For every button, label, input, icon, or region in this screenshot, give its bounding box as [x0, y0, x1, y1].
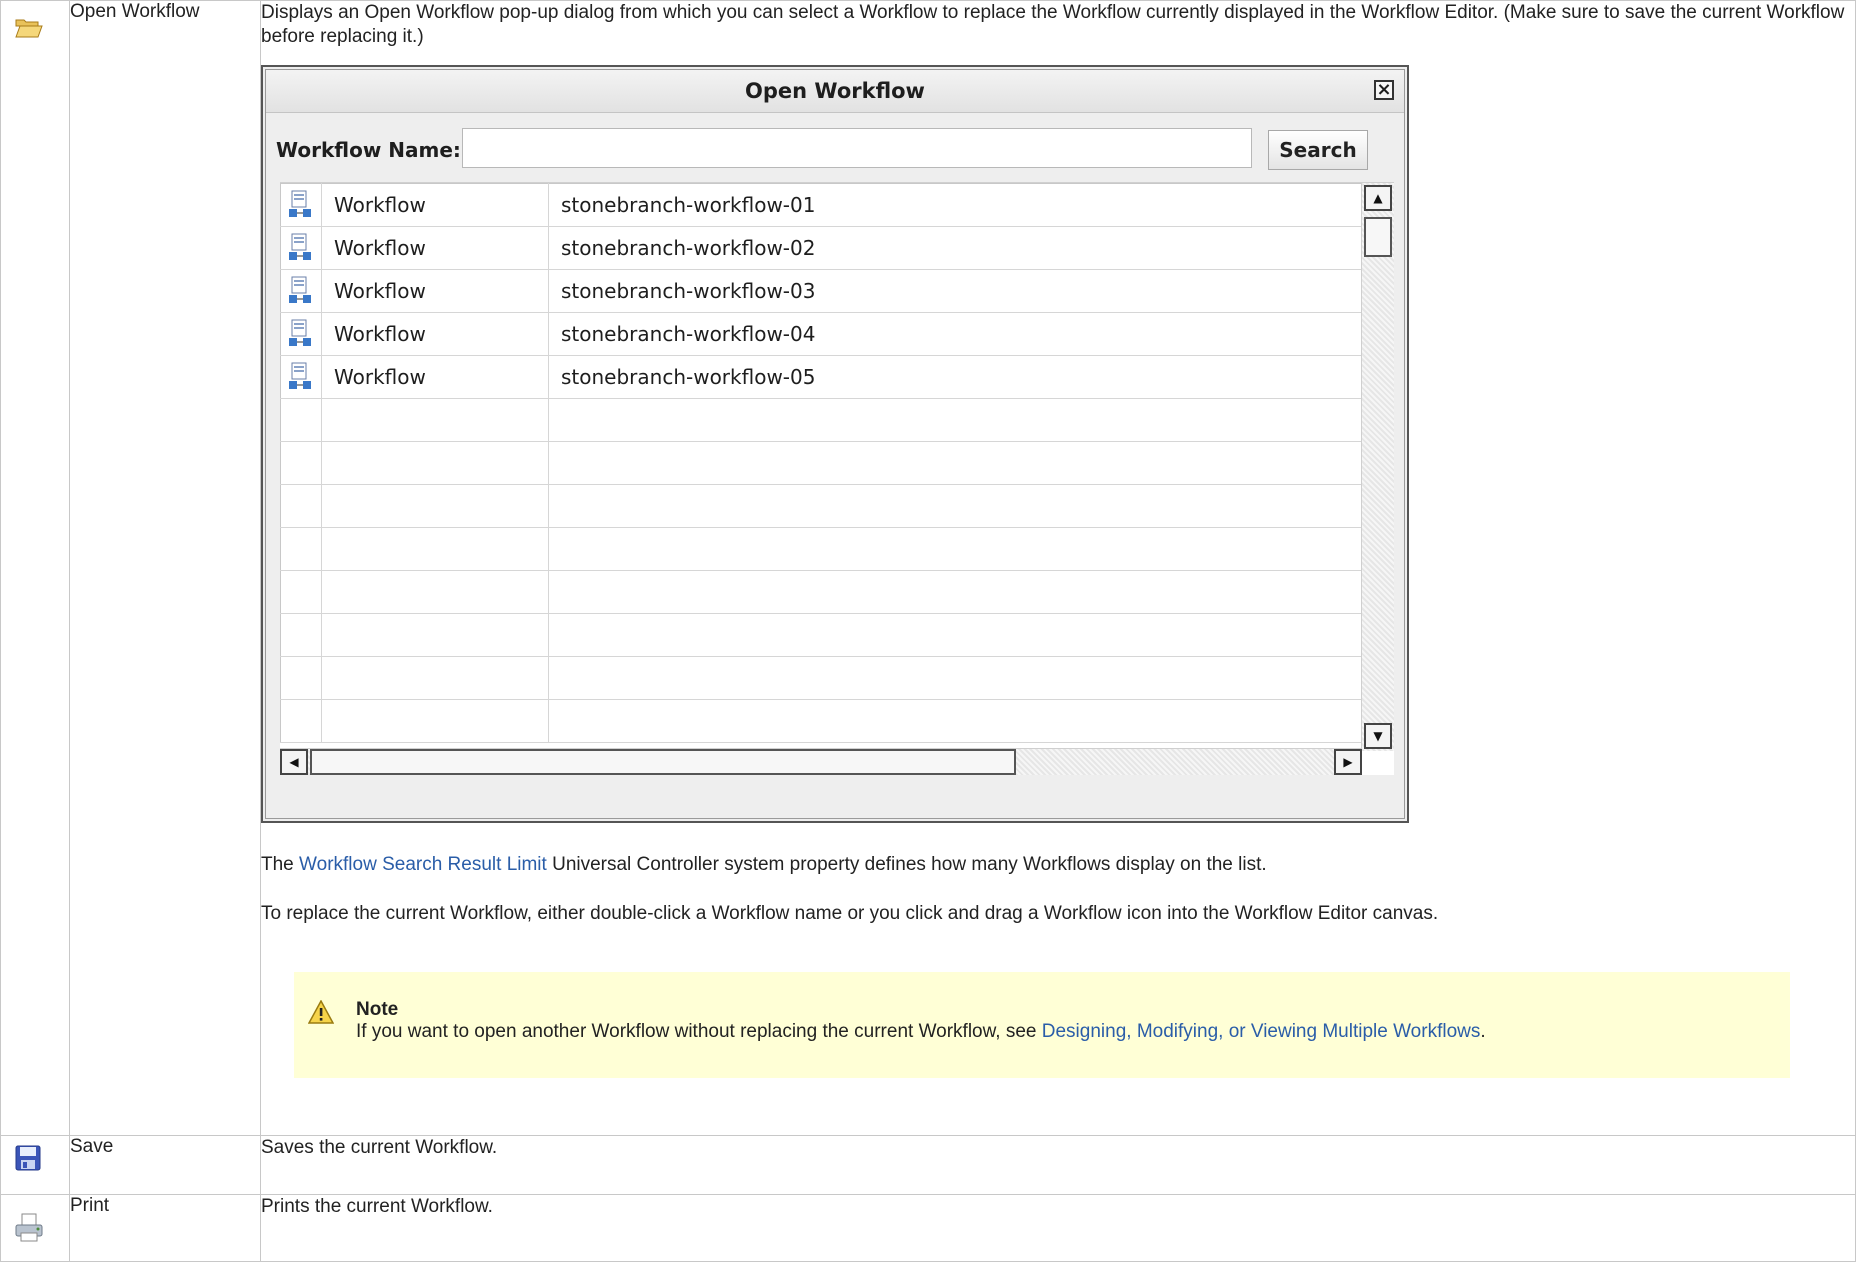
item-type: Workflow [321, 355, 549, 399]
name-cell: Open Workflow [69, 0, 261, 1136]
empty-row [280, 484, 1362, 528]
item-name[interactable]: stonebranch-workflow-02 [548, 226, 1362, 270]
text-span: If you want to open another Workflow wit… [356, 1021, 1042, 1042]
workflow-icon[interactable] [288, 362, 314, 392]
item-name[interactable]: stonebranch-workflow-04 [548, 312, 1362, 356]
workflow-icon[interactable] [288, 276, 314, 306]
item-name[interactable]: stonebranch-workflow-05 [548, 355, 1362, 399]
name-cell: Print [69, 1194, 261, 1262]
item-name[interactable]: stonebranch-workflow-03 [548, 269, 1362, 313]
close-icon[interactable]: × [1374, 80, 1394, 100]
list-item[interactable]: Workflow stonebranch-workflow-03 [280, 269, 1362, 313]
icon-cell [0, 1135, 70, 1195]
description-cell: Prints the current Workflow. [260, 1194, 1856, 1262]
empty-row [280, 613, 1362, 657]
scroll-left-icon[interactable]: ◀ [280, 749, 308, 775]
scroll-down-icon[interactable]: ▼ [1364, 723, 1392, 749]
replace-instructions: To replace the current Workflow, either … [261, 903, 1439, 924]
vertical-scrollbar[interactable]: ▲ ▼ [1361, 183, 1394, 751]
toolbar-reference-table: Open Workflow Displays an Open Workflow … [0, 0, 1856, 1262]
empty-row [280, 656, 1362, 700]
search-result-limit-link[interactable]: Workflow Search Result Limit [299, 854, 547, 875]
name-cell: Save [69, 1135, 261, 1195]
row-name: Print [70, 1195, 110, 1216]
save-icon [15, 1145, 41, 1171]
description-cell: Displays an Open Workflow pop-up dialog … [260, 0, 1856, 1136]
row-name: Save [70, 1136, 114, 1157]
empty-row [280, 570, 1362, 614]
workflow-icon[interactable] [288, 319, 314, 349]
item-name[interactable]: stonebranch-workflow-01 [548, 183, 1362, 227]
empty-row [280, 699, 1362, 743]
description-text: Displays an Open Workflow pop-up dialog … [261, 2, 1845, 47]
table-row-open-workflow: Open Workflow Displays an Open Workflow … [0, 0, 1856, 1136]
list-item[interactable]: Workflow stonebranch-workflow-05 [280, 355, 1362, 399]
scroll-right-icon[interactable]: ▶ [1334, 749, 1362, 775]
note-title: Note [356, 999, 399, 1020]
list-item[interactable]: Workflow stonebranch-workflow-01 [280, 183, 1362, 227]
list-item[interactable]: Workflow stonebranch-workflow-02 [280, 226, 1362, 270]
folder-open-icon [15, 19, 43, 38]
workflow-name-input[interactable] [462, 128, 1252, 168]
workflow-list: Workflow stonebranch-workflow-01 Workflo… [280, 182, 1394, 775]
empty-row [280, 527, 1362, 571]
text-span: Universal Controller system property def… [546, 854, 1267, 875]
item-type: Workflow [321, 183, 549, 227]
workflow-name-label: Workflow Name: [276, 138, 461, 162]
note-box: Note If you want to open another Workflo… [294, 972, 1790, 1078]
table-row-save: Save Saves the current Workflow. [0, 1135, 1856, 1195]
workflow-icon[interactable] [288, 190, 314, 220]
multiple-workflows-link[interactable]: Designing, Modifying, or Viewing Multipl… [1042, 1021, 1481, 1042]
search-row: Workflow Name: Search [266, 126, 1404, 172]
horizontal-scrollbar[interactable]: ◀ ▶ [280, 748, 1362, 775]
dialog-title: Open Workflow [266, 70, 1404, 113]
open-workflow-dialog: Open Workflow × Workflow Name: Search Wo… [261, 65, 1409, 823]
search-limit-paragraph: The Workflow Search Result Limit Univers… [261, 853, 1855, 877]
print-icon [15, 1213, 43, 1242]
list-item[interactable]: Workflow stonebranch-workflow-04 [280, 312, 1362, 356]
table-row-print: Print Prints the current Workflow. [0, 1194, 1856, 1262]
item-type: Workflow [321, 226, 549, 270]
text-span: The [261, 854, 300, 875]
item-type: Workflow [321, 312, 549, 356]
horizontal-scroll-thumb[interactable] [310, 749, 1016, 775]
icon-cell [0, 1194, 70, 1262]
note-body: If you want to open another Workflow wit… [356, 1020, 1486, 1044]
description-cell: Saves the current Workflow. [260, 1135, 1856, 1195]
workflow-icon[interactable] [288, 233, 314, 263]
warning-icon [308, 1000, 334, 1024]
empty-row [280, 441, 1362, 485]
text-span: . [1480, 1021, 1486, 1042]
workflow-grid: Workflow stonebranch-workflow-01 Workflo… [280, 183, 1362, 743]
item-type: Workflow [321, 269, 549, 313]
row-name: Open Workflow [70, 1, 200, 22]
icon-cell [0, 0, 70, 1136]
description-text: Prints the current Workflow. [261, 1196, 493, 1217]
empty-row [280, 398, 1362, 442]
vertical-scroll-thumb[interactable] [1364, 217, 1392, 257]
scroll-up-icon[interactable]: ▲ [1364, 185, 1392, 211]
search-button[interactable]: Search [1268, 130, 1368, 170]
description-text: Saves the current Workflow. [261, 1137, 498, 1158]
